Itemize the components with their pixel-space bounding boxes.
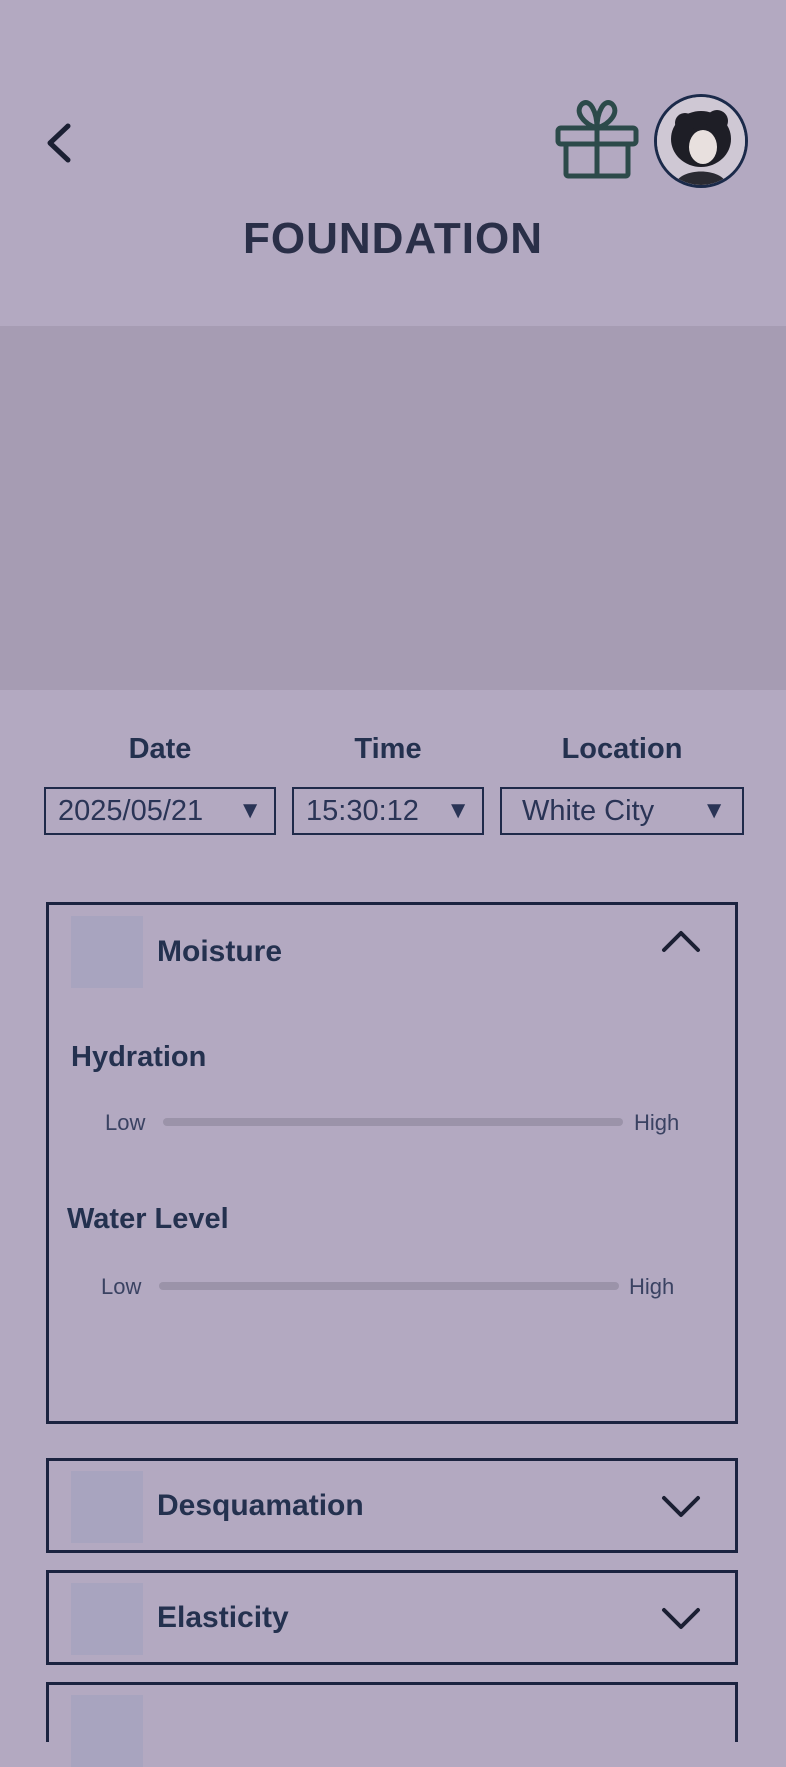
hydration-label: Hydration bbox=[71, 1041, 207, 1073]
location-value: White City bbox=[522, 794, 655, 827]
hydration-low-label: Low bbox=[105, 1110, 146, 1135]
date-label: Date bbox=[128, 733, 192, 765]
moisture-title: Moisture bbox=[157, 935, 283, 968]
gift-icon bbox=[555, 100, 639, 179]
time-label: Time bbox=[354, 733, 422, 765]
moisture-thumbnail bbox=[71, 916, 143, 988]
dropdown-caret-icon: ▼ bbox=[702, 797, 726, 824]
water-level-high-label: High bbox=[629, 1274, 675, 1299]
next-panel[interactable] bbox=[46, 1682, 738, 1767]
expand-button[interactable] bbox=[661, 1495, 701, 1524]
water-level-slider[interactable] bbox=[159, 1282, 619, 1290]
elasticity-panel[interactable]: Elasticity bbox=[46, 1570, 738, 1665]
hydration-high-label: High bbox=[634, 1110, 680, 1135]
dropdown-caret-icon: ▼ bbox=[238, 797, 262, 824]
desquamation-thumbnail bbox=[71, 1471, 143, 1543]
desquamation-panel[interactable]: Desquamation bbox=[46, 1458, 738, 1553]
elasticity-title: Elasticity bbox=[157, 1601, 289, 1634]
desquamation-title: Desquamation bbox=[157, 1489, 364, 1522]
time-select[interactable]: 15:30:12 ▼ bbox=[292, 787, 484, 835]
next-panel-thumbnail bbox=[71, 1695, 143, 1767]
hydration-slider[interactable] bbox=[163, 1118, 623, 1126]
chevron-down-icon bbox=[662, 1608, 700, 1629]
chevron-left-icon bbox=[47, 123, 71, 163]
expand-button[interactable] bbox=[661, 1607, 701, 1636]
location-select[interactable]: White City ▼ bbox=[500, 787, 744, 835]
hero-banner bbox=[0, 326, 786, 690]
profile-photo-icon bbox=[657, 97, 745, 185]
elasticity-thumbnail bbox=[71, 1583, 143, 1655]
collapse-button[interactable] bbox=[661, 929, 701, 958]
time-value: 15:30:12 bbox=[306, 794, 419, 827]
date-value: 2025/05/21 bbox=[58, 794, 204, 827]
back-button[interactable] bbox=[40, 118, 80, 168]
water-level-label: Water Level bbox=[67, 1203, 229, 1235]
dropdown-caret-icon: ▼ bbox=[446, 797, 470, 824]
gift-button[interactable] bbox=[554, 94, 640, 180]
moisture-panel: Moisture Hydration Low High Water Level … bbox=[46, 902, 738, 1424]
chevron-up-icon bbox=[662, 931, 700, 952]
avatar[interactable] bbox=[654, 94, 748, 188]
location-label: Location bbox=[561, 733, 683, 765]
chevron-down-icon bbox=[662, 1496, 700, 1517]
water-level-low-label: Low bbox=[101, 1274, 142, 1299]
date-select[interactable]: 2025/05/21 ▼ bbox=[44, 787, 276, 835]
page-title: FOUNDATION bbox=[242, 214, 544, 263]
